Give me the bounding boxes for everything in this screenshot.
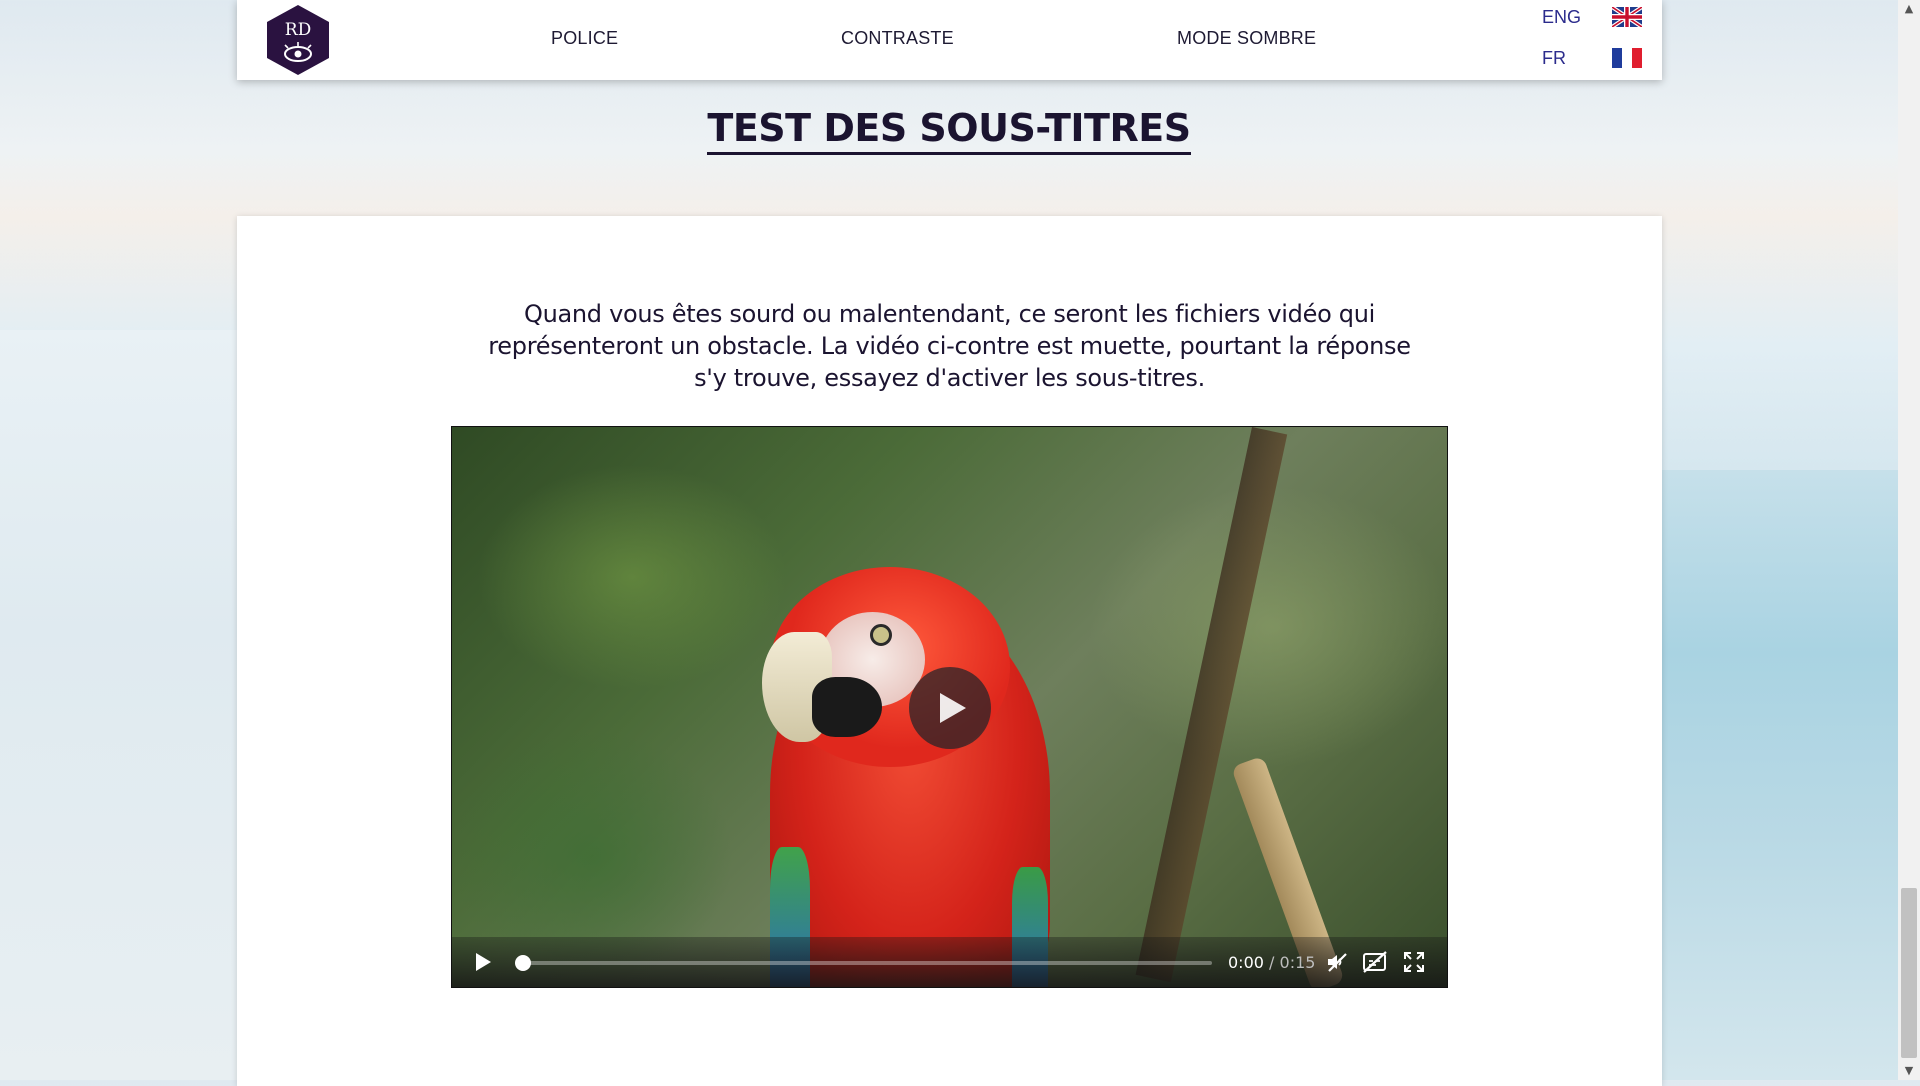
content-card: Quand vous êtes sourd ou malentendant, c…	[237, 216, 1662, 1086]
page-scrollbar[interactable]: ▲ ▼	[1898, 0, 1920, 1080]
current-time: 0:00	[1228, 953, 1264, 972]
video-controls-bar: 0:00 / 0:15	[452, 937, 1447, 987]
background-mountain-right	[1638, 470, 1898, 1080]
france-flag-icon[interactable]	[1612, 48, 1642, 68]
duration-time: 0:15	[1279, 953, 1316, 972]
uk-flag-icon[interactable]	[1612, 7, 1642, 27]
logo-hexagon-icon	[267, 5, 329, 75]
site-logo[interactable]: RD	[265, 4, 331, 76]
lang-eng-link[interactable]: ENG	[1542, 7, 1581, 28]
nav-link-mode-sombre[interactable]: MODE SOMBRE	[1177, 28, 1316, 49]
nav-link-contraste[interactable]: CONTRASTE	[841, 28, 954, 49]
scroll-up-arrow-icon[interactable]: ▲	[1898, 0, 1920, 18]
page-title: TEST DES SOUS-TITRES	[707, 106, 1191, 155]
video-player[interactable]: 0:00 / 0:15	[451, 426, 1448, 988]
captions-off-icon[interactable]	[1362, 950, 1388, 974]
fullscreen-icon[interactable]	[1403, 951, 1425, 973]
big-play-button[interactable]	[909, 667, 991, 749]
play-button-icon[interactable]	[474, 952, 492, 972]
scroll-down-arrow-icon[interactable]: ▼	[1898, 1062, 1920, 1080]
progress-scrubber[interactable]	[515, 955, 531, 971]
top-navbar: RD POLICE CONTRASTE MODE SOMBRE ENG FR	[237, 0, 1662, 80]
lang-fr-link[interactable]: FR	[1542, 48, 1566, 69]
time-separator: /	[1269, 953, 1275, 972]
mute-icon[interactable]	[1325, 950, 1349, 974]
page-title-wrapper: TEST DES SOUS-TITRES	[0, 106, 1898, 155]
background-mountain-left	[0, 330, 240, 1080]
intro-paragraph: Quand vous êtes sourd ou malentendant, c…	[488, 300, 1411, 392]
nav-link-police[interactable]: POLICE	[551, 28, 618, 49]
logo-text: RD	[284, 20, 312, 40]
time-display: 0:00 / 0:15	[1228, 953, 1315, 972]
play-icon	[940, 693, 966, 723]
parrot-lower-beak-shape	[812, 677, 882, 737]
progress-track[interactable]	[522, 961, 1212, 965]
scroll-thumb[interactable]	[1901, 888, 1917, 1058]
parrot-eye-shape	[870, 624, 892, 646]
video-branch-shape	[1135, 427, 1288, 983]
